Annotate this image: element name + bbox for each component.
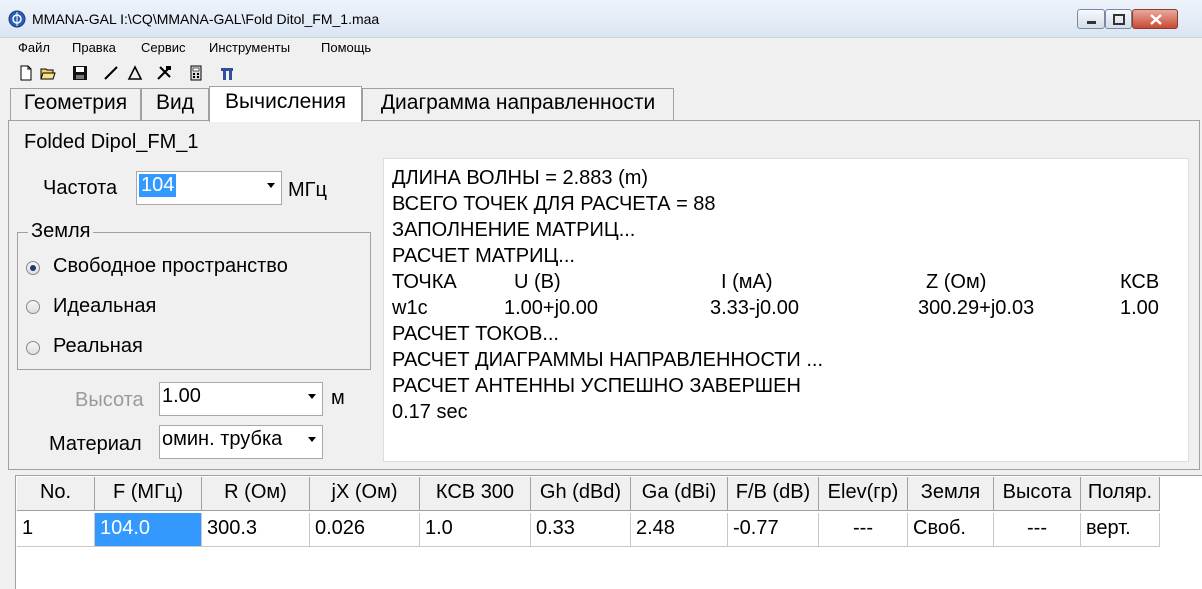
- column-header[interactable]: jX (Ом): [310, 477, 420, 511]
- triangle-icon[interactable]: [127, 65, 143, 81]
- calculation-output[interactable]: ДЛИНА ВОЛНЫ = 2.883 (m) ВСЕГО ТОЧЕК ДЛЯ …: [383, 158, 1189, 462]
- menu-edit[interactable]: Правка: [72, 40, 116, 55]
- calculator-icon[interactable]: [188, 65, 204, 81]
- save-icon[interactable]: [72, 65, 88, 81]
- radio-ideal-label[interactable]: Идеальная: [53, 295, 156, 318]
- frequency-unit: МГц: [288, 179, 327, 201]
- menu-tools[interactable]: Инструменты: [209, 40, 290, 55]
- output-line: РАСЧЕТ МАТРИЦ...: [392, 245, 575, 267]
- close-icon: [1150, 14, 1162, 25]
- draw-wire-icon[interactable]: [103, 65, 119, 81]
- radio-ideal[interactable]: [26, 300, 40, 314]
- frequency-combo[interactable]: 104: [136, 171, 282, 205]
- table-cell[interactable]: ---: [819, 513, 908, 547]
- toolbar: [0, 60, 1202, 86]
- tab-radiation-pattern[interactable]: Диаграмма направленности: [362, 88, 674, 120]
- menu-file[interactable]: Файл: [18, 40, 50, 55]
- output-u: 1.00+j0.00: [504, 297, 598, 319]
- table-cell[interactable]: 104.0: [95, 513, 202, 547]
- material-label: Материал: [49, 433, 142, 455]
- output-z: 300.29+j0.03: [918, 297, 1035, 319]
- column-header[interactable]: Ga (dBi): [631, 477, 728, 511]
- output-swr: 1.00: [1120, 297, 1159, 319]
- frequency-label: Частота: [43, 177, 118, 199]
- menu-service[interactable]: Сервис: [141, 40, 186, 55]
- menu-bar: Файл Правка Сервис Инструменты Помощь: [0, 38, 1202, 60]
- window-title: MMANA-GAL I:\CQ\MMANA-GAL\Fold Ditol_FM_…: [32, 11, 380, 27]
- column-header[interactable]: Gh (dBd): [531, 477, 631, 511]
- menu-help[interactable]: Помощь: [321, 40, 371, 55]
- output-header-z: Z (Ом): [926, 271, 987, 293]
- antenna-icon[interactable]: [219, 65, 235, 81]
- table-cell[interactable]: -0.77: [728, 513, 819, 547]
- output-point: w1c: [392, 297, 428, 319]
- height-value: 1.00: [162, 385, 201, 407]
- table-cell[interactable]: 2.48: [631, 513, 728, 547]
- tab-geometry[interactable]: Геометрия: [10, 88, 141, 120]
- radio-free-space[interactable]: [26, 261, 40, 275]
- column-header[interactable]: R (Ом): [202, 477, 310, 511]
- minimize-button[interactable]: [1077, 9, 1105, 29]
- column-header[interactable]: Поляр.: [1081, 477, 1160, 511]
- column-header[interactable]: Elev(гр): [819, 477, 908, 511]
- height-combo[interactable]: 1.00: [159, 382, 323, 416]
- column-header[interactable]: F/B (dB): [728, 477, 819, 511]
- column-header[interactable]: Высота: [994, 477, 1081, 511]
- table-cell[interactable]: ---: [994, 513, 1081, 547]
- maximize-button[interactable]: [1105, 9, 1132, 29]
- output-header-point: ТОЧКА: [392, 271, 457, 293]
- table-cell[interactable]: верт.: [1081, 513, 1160, 547]
- radio-real-label[interactable]: Реальная: [53, 335, 143, 358]
- output-line: ДЛИНА ВОЛНЫ = 2.883 (m): [392, 167, 649, 189]
- radio-real[interactable]: [26, 341, 40, 355]
- output-i: 3.33-j0.00: [710, 297, 799, 319]
- tab-view[interactable]: Вид: [141, 88, 209, 120]
- close-button[interactable]: [1132, 9, 1178, 29]
- column-header[interactable]: Земля: [908, 477, 994, 511]
- frequency-value: 104: [139, 174, 177, 197]
- output-line: РАСЧЕТ ТОКОВ...: [392, 323, 559, 345]
- height-unit: м: [331, 387, 345, 409]
- column-header[interactable]: F (МГц): [95, 477, 202, 511]
- open-folder-icon[interactable]: [40, 65, 56, 81]
- title-bar: MMANA-GAL I:\CQ\MMANA-GAL\Fold Ditol_FM_…: [0, 0, 1202, 38]
- minimize-icon: [1087, 21, 1096, 24]
- material-combo[interactable]: омин. трубка: [159, 425, 323, 459]
- output-line: ЗАПОЛНЕНИЕ МАТРИЦ...: [392, 219, 636, 241]
- column-header[interactable]: No.: [17, 477, 95, 511]
- table-cell[interactable]: 300.3: [202, 513, 310, 547]
- output-line: ВСЕГО ТОЧЕК ДЛЯ РАСЧЕТА = 88: [392, 193, 716, 215]
- chevron-down-icon[interactable]: [308, 437, 316, 442]
- new-file-icon[interactable]: [18, 65, 34, 81]
- app-icon[interactable]: [8, 10, 26, 28]
- radio-free-space-label[interactable]: Свободное пространство: [53, 255, 288, 278]
- output-header-swr: КСВ: [1120, 271, 1160, 293]
- maximize-icon: [1113, 14, 1125, 25]
- material-value: омин. трубка: [162, 428, 283, 450]
- antenna-name: Folded Dipol_FM_1: [24, 131, 199, 153]
- chevron-down-icon[interactable]: [308, 394, 316, 399]
- table-cell[interactable]: 1: [17, 513, 95, 547]
- table-cell[interactable]: 0.026: [310, 513, 420, 547]
- output-header-i: I (мА): [721, 271, 773, 293]
- table-cell[interactable]: 1.0: [420, 513, 531, 547]
- output-line: РАСЧЕТ ДИАГРАММЫ НАПРАВЛЕННОСТИ ...: [392, 349, 824, 371]
- chevron-down-icon[interactable]: [267, 183, 275, 188]
- column-header[interactable]: КСВ 300: [420, 477, 531, 511]
- output-line: РАСЧЕТ АНТЕННЫ УСПЕШНО ЗАВЕРШЕН: [392, 375, 801, 397]
- table-cell[interactable]: 0.33: [531, 513, 631, 547]
- ground-group-label: Земля: [28, 220, 94, 243]
- table-cell[interactable]: Своб.: [908, 513, 994, 547]
- height-label: Высота: [75, 389, 144, 411]
- tab-calculation[interactable]: Вычисления: [209, 86, 362, 122]
- output-header-u: U (B): [514, 271, 561, 293]
- tools-icon[interactable]: [156, 65, 172, 81]
- output-line: 0.17 sec: [392, 401, 468, 423]
